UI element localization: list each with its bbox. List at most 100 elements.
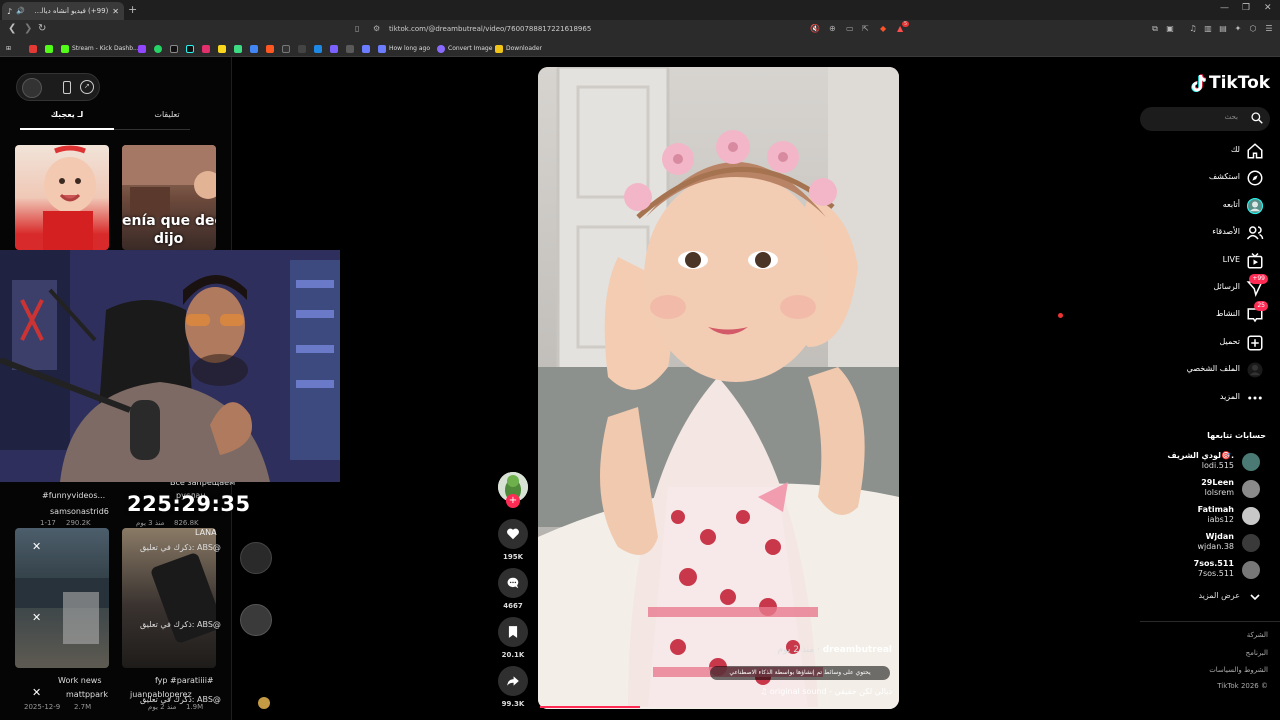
bookmark-favicon[interactable] [330,43,338,54]
sidebar-item-messages[interactable]: الرسائل +99 [1140,274,1270,298]
avatar[interactable] [22,78,42,98]
address-bar[interactable]: ▯ ⚙ tiktok.com/@dreambutreal/video/76007… [355,21,910,38]
bookmark-downloader[interactable]: Downloader [495,43,542,54]
tab-comments[interactable]: تعليقات [120,110,214,119]
avatar[interactable] [240,604,272,636]
bookmark-favicon[interactable] [314,43,322,54]
sidebar-item-compass[interactable]: استكشف [1140,168,1270,188]
follow-plus-icon[interactable]: + [506,494,520,508]
close-icon[interactable]: ✕ [32,686,41,699]
site-info-icon[interactable]: ⚙ [373,24,380,33]
bookmark-how-long-ago[interactable]: How long ago [378,43,430,54]
bookmark-convert-image[interactable]: Convert Image [437,43,492,54]
sidebar-item-live[interactable]: LIVE [1140,251,1270,271]
footer-link-company[interactable]: الشركة [1247,631,1268,639]
menu-icon[interactable]: ☰ [1264,24,1274,34]
bookmark-favicon[interactable] [298,43,306,54]
sidebar-item-profile[interactable]: الملف الشخصي [1140,360,1270,380]
like-button[interactable] [498,519,528,549]
minimize-icon[interactable]: — [1220,3,1229,13]
back-icon[interactable]: ❮ [8,23,16,34]
brave-shield-icon[interactable]: ◆ [880,24,886,33]
apps-grid-icon[interactable]: ⊞ [6,43,11,54]
sidebar-item-friends[interactable]: الأصدقاء [1140,223,1270,243]
video-author[interactable]: juanpabloperez [130,690,192,699]
bookmark-favicon[interactable] [29,43,37,54]
tiktok-logo[interactable]: TikTok [1190,73,1270,93]
following-account[interactable]: 29Leen lolsrem [1140,477,1270,501]
comment-button[interactable] [498,568,528,598]
sidebar-item-following[interactable]: أتابعه [1140,196,1270,216]
audio-icon[interactable]: 🔊 [16,7,25,15]
video-author[interactable]: samsonastrid6 [50,507,109,516]
bookmark-favicon[interactable] [362,43,370,54]
avatar[interactable] [258,697,270,709]
bookmark-favicon[interactable] [266,43,274,54]
video-thumbnail[interactable] [15,145,109,250]
search-input[interactable]: بحث [1140,107,1270,131]
sidebar-item-upload[interactable]: تحميل [1140,333,1270,353]
compass-icon[interactable]: ➚ [80,80,94,94]
close-tab-icon[interactable]: ✕ [112,7,119,16]
video-creator-line[interactable]: dreambutreal · منذ 2 يوم [778,645,892,655]
extension-icon[interactable]: ⧉ [1150,24,1160,34]
video-progress-bar[interactable] [540,706,640,708]
maximize-icon[interactable]: ❐ [1242,3,1250,13]
video-thumbnail[interactable] [15,528,109,668]
bookmark-icon[interactable]: ▯ [355,24,359,33]
bookmark-instagram[interactable] [202,43,210,54]
bookmark-twitch[interactable] [138,43,146,54]
save-button[interactable] [498,617,528,647]
bookmark-whatsapp[interactable] [154,43,162,54]
following-account[interactable]: 7sos.511 7sos.511 [1140,558,1270,582]
bookmark-favicon[interactable] [218,43,226,54]
reload-icon[interactable]: ↻ [38,23,46,34]
bookmark-favicon[interactable] [250,43,258,54]
video-title[interactable]: #funnyvideos... [42,491,105,500]
bookmark-favicon[interactable] [234,43,242,54]
video-title[interactable]: Work news [58,676,102,685]
sidebar-item-home[interactable]: لك [1140,141,1270,161]
creator-username[interactable]: dreambutreal [823,645,892,655]
bookmark-kick-dashboard[interactable]: Stream - Kick Dashb... [61,43,139,54]
close-icon[interactable]: ✕ [32,540,41,553]
forward-icon[interactable]: ❯ [24,23,32,34]
sidebar-item-activity[interactable]: النشاط 25 [1140,301,1270,325]
show-more-button[interactable]: عرض المزيد [1140,590,1270,604]
footer-link-program[interactable]: البرنامج [1246,649,1268,657]
mention-text[interactable]: ذكرك في تعليق: ABS@ [140,620,221,629]
music-icon[interactable]: ♫ [1188,24,1198,34]
sidebar-item-more[interactable]: المزيد [1140,388,1270,408]
share-button[interactable] [498,666,528,696]
tab-for-you[interactable]: لـ يعجبك [20,110,114,119]
following-account[interactable]: Fatimah iabs12 [1140,504,1270,528]
close-icon[interactable]: ✕ [32,611,41,624]
search-icon[interactable] [1250,111,1264,125]
new-tab-button[interactable]: + [128,3,137,16]
share-icon[interactable]: ⇱ [862,24,869,33]
video-thumbnail[interactable]: enía que decir dijo [122,145,216,250]
zoom-icon[interactable]: ⊕ [829,24,836,33]
mute-icon[interactable]: 🔇 [810,24,820,33]
bookmark-tiktok[interactable] [186,43,194,54]
video-title[interactable]: fyp #paratiiii# [155,676,214,685]
screenshot-icon[interactable]: ▣ [1165,24,1175,34]
bookmark-favicon[interactable] [282,43,290,54]
following-account[interactable]: لودي الشريف🎯. lodi.515 [1140,450,1270,474]
sidebar-toggle-icon[interactable]: ▥ [1203,24,1213,34]
following-account[interactable]: Wjdan wjdan.38 [1140,531,1270,555]
video-player[interactable] [538,67,899,709]
mention-text[interactable]: ذكرك في تعليق: ABS@ [140,543,221,552]
browser-tab[interactable]: ♪ 🔊 (99+) فيديو أنشأه ديالي لكن ح... ✕ [2,2,124,20]
footer-link-terms[interactable]: الشروط والسياسات [1209,666,1268,674]
avatar[interactable] [240,542,272,574]
sound-link[interactable]: ♫ original sound - ديالي لكن حقيقي [742,687,892,696]
vpn-icon[interactable]: ⬡ [1248,24,1258,34]
cast-icon[interactable]: ▭ [846,24,854,33]
video-author[interactable]: mattppark [66,690,108,699]
leo-icon[interactable]: ✦ [1233,24,1243,34]
bookmark-favicon[interactable] [45,43,53,54]
wallet-icon[interactable]: ▤ [1218,24,1228,34]
bookmark-favicon[interactable] [346,43,354,54]
bookmark-x[interactable] [170,43,178,54]
